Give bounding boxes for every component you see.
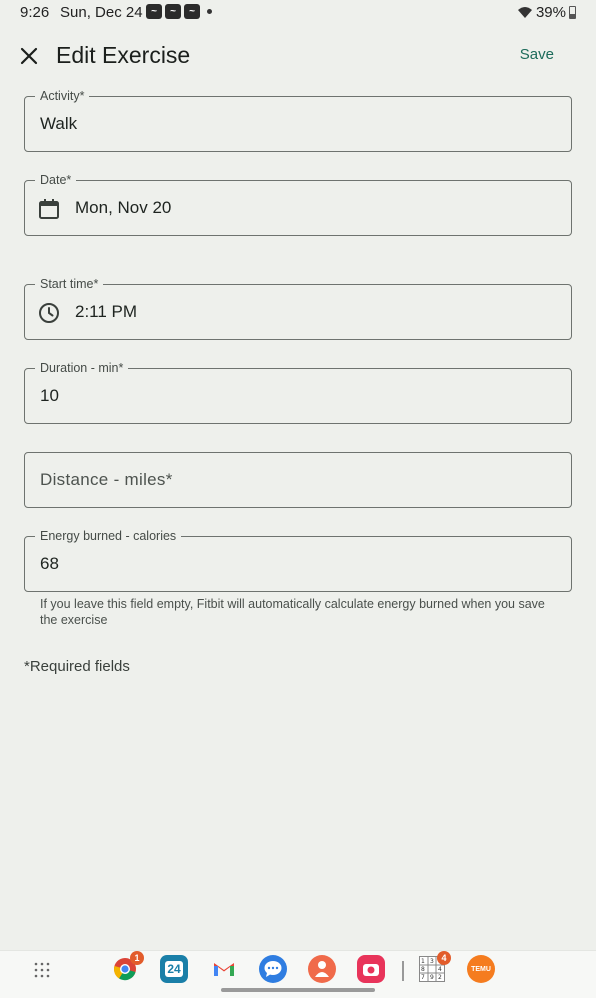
svg-text:9: 9 [430, 974, 434, 981]
required-fields-note: *Required fields [24, 658, 130, 675]
more-notifications-icon [207, 9, 212, 14]
duration-label: Duration - min* [35, 360, 129, 376]
sudoku-app-icon[interactable]: 1 3 8 4 7 9 2 4 [418, 951, 451, 983]
status-date: Sun, Dec 24 [60, 4, 143, 21]
svg-text:2: 2 [438, 974, 442, 981]
temu-app-text: TEMU [471, 965, 491, 973]
messages-app-icon[interactable] [259, 955, 287, 983]
fitbit-notification-icon: ~ [165, 4, 181, 19]
status-right: 39% [517, 4, 576, 21]
svg-text:7: 7 [421, 974, 425, 981]
distance-field[interactable]: Distance - miles* [24, 452, 572, 508]
activity-label: Activity* [35, 88, 90, 104]
date-value: Mon, Nov 20 [75, 198, 172, 217]
activity-field[interactable]: Activity* Walk [24, 88, 572, 152]
start-time-value: 2:11 PM [75, 302, 138, 321]
person-icon [315, 961, 329, 977]
temu-app-icon[interactable]: TEMU [467, 955, 495, 983]
contacts-app-icon[interactable] [308, 955, 336, 983]
calendar-icon [39, 199, 59, 219]
gmail-app-icon[interactable] [210, 955, 238, 983]
close-icon [20, 47, 38, 65]
clock-icon [39, 303, 59, 323]
energy-value: 68 [40, 554, 59, 573]
wifi-icon [517, 7, 532, 18]
duration-field[interactable]: Duration - min* 10 [24, 360, 572, 424]
energy-label: Energy burned - calories [35, 528, 182, 544]
chrome-badge: 1 [130, 951, 144, 965]
status-time: 9:26 [20, 4, 50, 21]
battery-icon [569, 6, 576, 19]
camera-icon [363, 964, 379, 976]
gmail-icon [214, 963, 234, 976]
app-drawer-icon[interactable] [34, 962, 50, 978]
page-title: Edit Exercise [56, 42, 191, 68]
start-time-label: Start time* [35, 276, 104, 292]
fitbit-notification-icon: ~ [184, 4, 200, 19]
activity-value: Walk [40, 114, 78, 133]
taskbar-separator [402, 961, 404, 981]
messages-icon [264, 961, 282, 977]
chrome-app-icon[interactable]: 1 [111, 951, 144, 983]
energy-helper-text: If you leave this field empty, Fitbit wi… [40, 597, 545, 627]
sudoku-badge: 4 [437, 951, 451, 965]
svg-text:8: 8 [421, 966, 425, 973]
calendar-app-day: 24 [165, 961, 183, 977]
duration-value: 10 [40, 386, 59, 405]
status-bar: 9:26 Sun, Dec 24 ~ ~ ~ 39% [0, 0, 596, 24]
fitbit-notification-icon: ~ [146, 4, 162, 19]
app-bar: Edit Exercise Save [0, 34, 596, 78]
distance-placeholder: Distance - miles* [40, 470, 173, 489]
home-gesture-bar[interactable] [221, 988, 375, 992]
svg-text:4: 4 [438, 966, 442, 973]
date-field[interactable]: Date* Mon, Nov 20 [24, 172, 572, 236]
notification-icons: ~ ~ ~ [146, 4, 212, 19]
energy-field[interactable]: Energy burned - calories 68 [24, 528, 572, 592]
camera-app-icon[interactable] [357, 955, 385, 983]
date-label: Date* [35, 172, 77, 188]
save-button[interactable]: Save [520, 46, 554, 63]
battery-percent: 39% [535, 4, 566, 21]
start-time-field[interactable]: Start time* 2:11 PM [24, 276, 572, 340]
svg-text:1: 1 [421, 958, 425, 965]
close-button[interactable] [15, 42, 43, 70]
calendar-app-icon[interactable]: 24 [160, 955, 188, 983]
svg-text:3: 3 [430, 958, 434, 965]
